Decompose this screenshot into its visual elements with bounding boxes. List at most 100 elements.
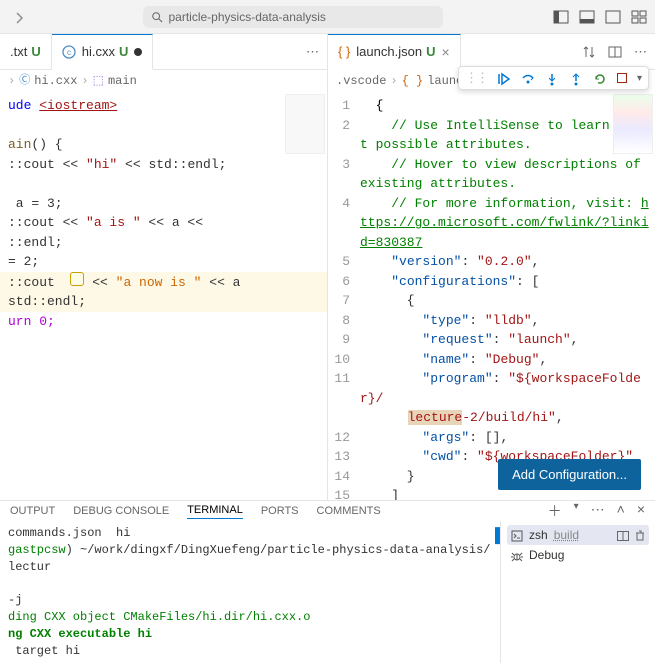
- editor-left: › Ⓒ hi.cxx › ⬚ main ude <iostream> ain()…: [0, 70, 328, 500]
- tab-label: .txt: [10, 44, 27, 59]
- maximize-panel-icon[interactable]: ˄: [617, 501, 625, 521]
- stop-icon[interactable]: [617, 71, 627, 86]
- nav-forward-icon[interactable]: [8, 9, 32, 24]
- chevron-down-icon[interactable]: ▾: [574, 501, 579, 521]
- split-terminal-icon[interactable]: [617, 528, 629, 542]
- search-icon: [151, 11, 163, 23]
- breadcrumb-folder: .vscode: [336, 72, 386, 90]
- toggle-sidebar-icon[interactable]: [553, 10, 569, 24]
- toggle-secondary-icon[interactable]: [605, 10, 621, 24]
- terminal-line: ding CXX object CMakeFiles/hi.dir/hi.cxx…: [8, 609, 492, 626]
- tab-mod-indicator: U: [31, 44, 40, 59]
- command-center-search[interactable]: particle-physics-data-analysis: [143, 6, 443, 28]
- code-body-left[interactable]: ude <iostream> ain() { ::cout << "hi" <<…: [0, 92, 327, 500]
- terminal-line: [8, 575, 492, 592]
- overflow-icon[interactable]: ⋯: [306, 44, 319, 60]
- terminal-line: -j: [8, 592, 492, 609]
- cube-icon: ⬚: [93, 72, 104, 90]
- code-line: 5 "version": "0.2.0",: [328, 252, 655, 272]
- tabs-row: .txt U c hi.cxx U ⋯ { } launch.json U × …: [0, 34, 655, 70]
- terminal-item-label: Debug: [529, 548, 564, 562]
- toggle-panel-icon[interactable]: [579, 10, 595, 24]
- terminal-item-debug[interactable]: Debug: [507, 545, 649, 565]
- step-into-icon[interactable]: [545, 70, 559, 86]
- terminal-output[interactable]: commands.json higastpcsw) ~/work/dingxf/…: [0, 521, 500, 663]
- trash-icon[interactable]: [635, 528, 645, 542]
- panel-tab-debug-console[interactable]: DEBUG CONSOLE: [73, 505, 169, 517]
- code-line: 6 "configurations": [: [328, 272, 655, 292]
- svg-text:c: c: [67, 48, 71, 57]
- editors-area: › Ⓒ hi.cxx › ⬚ main ude <iostream> ain()…: [0, 70, 655, 500]
- code-line: 1 {: [328, 96, 655, 116]
- json-settings-icon: { }: [338, 44, 350, 59]
- panel-tab-ports[interactable]: PORTS: [261, 505, 299, 517]
- close-panel-icon[interactable]: ×: [637, 501, 645, 521]
- breadcrumb-file: hi.cxx: [34, 72, 77, 90]
- debug-toolbar[interactable]: ⋮⋮ ▾: [458, 66, 649, 90]
- tabs-left-group: .txt U c hi.cxx U ⋯: [0, 34, 328, 69]
- terminal-item-zsh[interactable]: zsh build: [507, 525, 649, 545]
- lightbulb-icon[interactable]: [70, 272, 84, 286]
- close-icon[interactable]: ×: [441, 44, 449, 60]
- code-line: 7 {: [328, 291, 655, 311]
- tab-dirty-icon: [134, 48, 142, 56]
- code-body-right[interactable]: 1 {2 // Use IntelliSense to learn about …: [328, 92, 655, 500]
- cpp-file-icon: c: [62, 44, 76, 60]
- cpp-file-icon: Ⓒ: [19, 73, 30, 90]
- terminal-line: gastpcsw) ~/work/dingxf/DingXuefeng/part…: [8, 542, 492, 576]
- tabs-right-group: { } launch.json U × ⋯ ⋮⋮ ▾: [328, 34, 655, 69]
- tab-mod-indicator: U: [119, 44, 128, 59]
- code-line: 2 // Use IntelliSense to learn about pos…: [328, 116, 655, 155]
- continue-icon[interactable]: [497, 70, 511, 86]
- tab-hi-cxx[interactable]: c hi.cxx U: [52, 34, 154, 70]
- restart-icon[interactable]: [593, 70, 607, 86]
- panel-tabs: OUTPUT DEBUG CONSOLE TERMINAL PORTS COMM…: [0, 501, 655, 521]
- overflow-icon[interactable]: ⋯: [591, 501, 605, 521]
- code-line: 4 // For more information, visit: https:…: [328, 194, 655, 253]
- code-line: 10 "name": "Debug",: [328, 350, 655, 370]
- tab-mod-indicator: U: [426, 44, 435, 59]
- drag-handle-icon[interactable]: ⋮⋮: [465, 70, 487, 86]
- minimap[interactable]: [285, 94, 325, 154]
- chevron-down-icon[interactable]: ▾: [637, 73, 642, 84]
- panel-tab-terminal[interactable]: TERMINAL: [187, 504, 243, 519]
- panel-tab-comments[interactable]: COMMENTS: [317, 505, 381, 517]
- panel-body: commands.json higastpcsw) ~/work/dingxf/…: [0, 521, 655, 663]
- layout-custom-icon[interactable]: [631, 10, 647, 24]
- overflow-icon[interactable]: ⋯: [634, 44, 647, 60]
- minimap[interactable]: [613, 94, 653, 154]
- search-text: particle-physics-data-analysis: [169, 10, 326, 24]
- title-bar: particle-physics-data-analysis: [0, 0, 655, 34]
- json-settings-icon: { }: [402, 72, 424, 90]
- tab-txt[interactable]: .txt U: [0, 34, 52, 70]
- terminal-item-sublabel: build: [554, 528, 579, 542]
- active-terminal-bar: ▌: [495, 527, 505, 543]
- layout-controls: [553, 10, 647, 24]
- bottom-panel: OUTPUT DEBUG CONSOLE TERMINAL PORTS COMM…: [0, 500, 655, 655]
- add-configuration-button[interactable]: Add Configuration...: [498, 459, 641, 490]
- debug-bug-icon: [511, 548, 523, 562]
- terminal-item-label: zsh: [529, 528, 548, 542]
- breadcrumb-symbol: main: [108, 72, 137, 90]
- terminal-line: commands.json hi: [8, 525, 492, 542]
- split-icon[interactable]: [608, 44, 622, 60]
- terminal-line: ng CXX executable hi: [8, 626, 492, 643]
- tab-label: launch.json: [356, 44, 422, 59]
- tab-label: hi.cxx: [82, 44, 115, 59]
- new-terminal-icon[interactable]: ＋: [548, 501, 562, 521]
- code-line: 12 "args": [],: [328, 428, 655, 448]
- code-line: 3 // Hover to view descriptions of exist…: [328, 155, 655, 194]
- compare-icon[interactable]: [582, 44, 596, 60]
- terminal-zsh-icon: [511, 528, 523, 542]
- code-line: 8 "type": "lldb",: [328, 311, 655, 331]
- terminal-list: ▌ zsh build Debug: [500, 521, 655, 663]
- code-line: 11 "program": "${workspaceFolder}/ lectu…: [328, 369, 655, 428]
- tab-launch-json[interactable]: { } launch.json U ×: [328, 34, 461, 70]
- step-over-icon[interactable]: [521, 70, 535, 86]
- step-out-icon[interactable]: [569, 70, 583, 86]
- code-line: 9 "request": "launch",: [328, 330, 655, 350]
- breadcrumb[interactable]: › Ⓒ hi.cxx › ⬚ main: [0, 70, 327, 92]
- terminal-line: target hi: [8, 643, 492, 660]
- panel-tab-output[interactable]: OUTPUT: [10, 505, 55, 517]
- editor-right: .vscode › { } launch.json › La 1 {2 // U…: [328, 70, 655, 500]
